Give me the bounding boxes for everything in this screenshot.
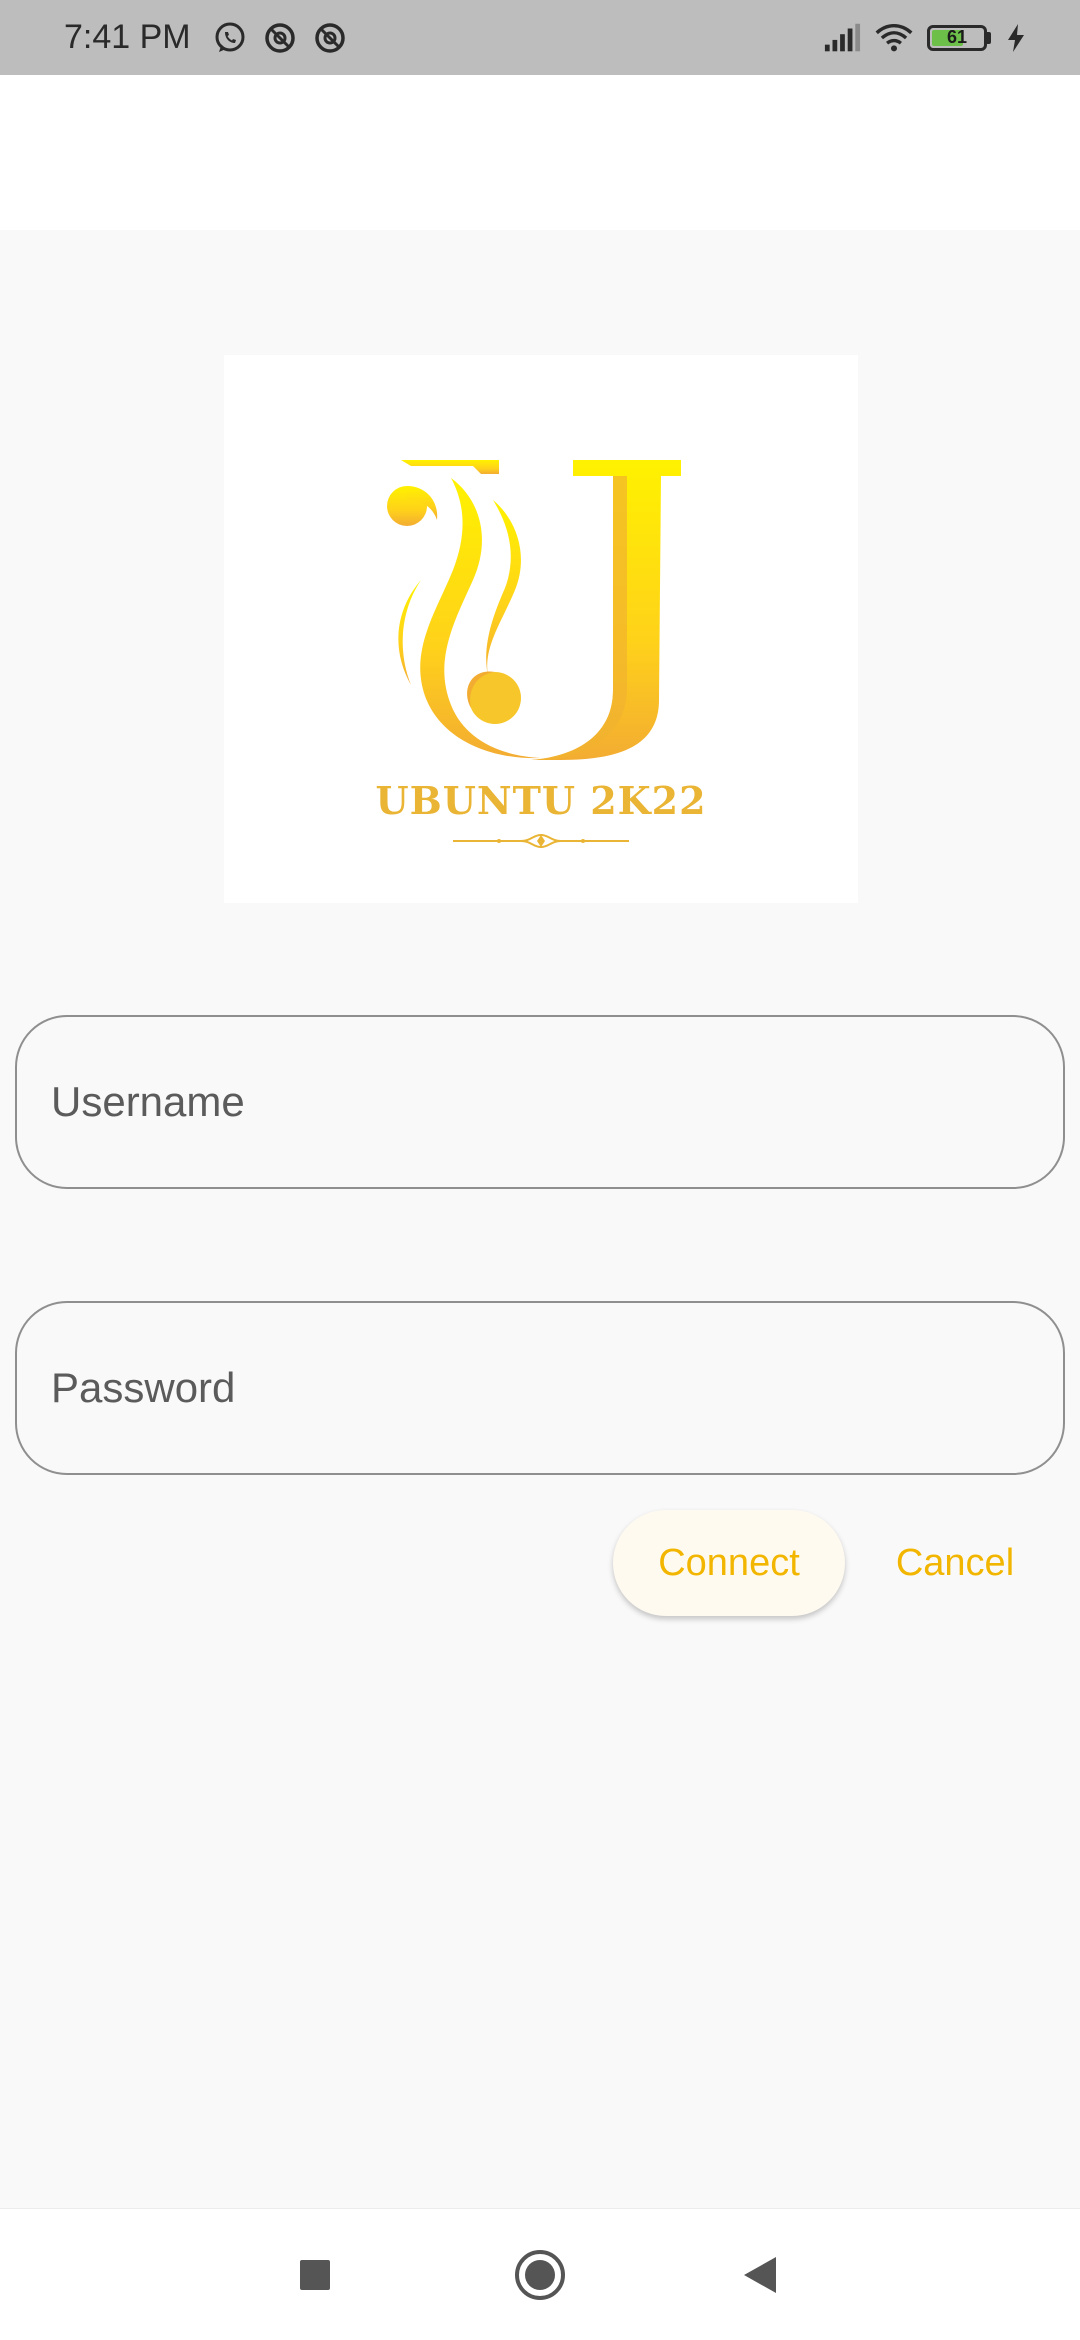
status-time: 7:41 PM: [64, 18, 191, 56]
square-icon: [300, 2260, 330, 2290]
username-field[interactable]: [15, 1015, 1065, 1189]
logo-text: UBUNTU 2K22: [375, 778, 707, 823]
battery-level: 61: [946, 27, 968, 48]
logo-card: UBUNTU 2K22: [224, 355, 858, 903]
password-input[interactable]: [49, 1363, 1063, 1413]
username-input[interactable]: [49, 1077, 1063, 1127]
circle-icon: [515, 2250, 565, 2300]
status-bar-left: 7:41 PM: [64, 18, 361, 57]
status-bar-right: 61: [809, 19, 1035, 57]
back-triangle-icon: [744, 2257, 776, 2293]
battery-tip: [987, 31, 991, 44]
login-screen: 7:41 PM 61 UBUNTU 2K22 Username Connect …: [0, 0, 1080, 2340]
whatsapp-icon: [211, 19, 249, 57]
battery-indicator: 61: [927, 24, 991, 51]
home-button[interactable]: [480, 2209, 600, 2340]
battery-body: 61: [927, 24, 987, 51]
connect-button[interactable]: Connect: [613, 1510, 845, 1616]
ubuntu-logo-icon: [387, 460, 681, 760]
password-field[interactable]: [15, 1301, 1065, 1475]
status-bar: 7:41 PM 61: [0, 0, 1080, 75]
recents-button[interactable]: [255, 2209, 375, 2340]
cancel-button[interactable]: Cancel: [870, 1510, 1040, 1616]
wifi-icon: [875, 19, 913, 57]
notification-icon: [261, 19, 299, 57]
signal-icon: [823, 19, 861, 57]
app-bar: [0, 75, 1080, 230]
back-button[interactable]: [700, 2209, 820, 2340]
notification-icon: [311, 19, 349, 57]
navigation-bar: [0, 2208, 1080, 2340]
charging-icon: [997, 19, 1035, 57]
flourish-icon: [453, 833, 629, 849]
